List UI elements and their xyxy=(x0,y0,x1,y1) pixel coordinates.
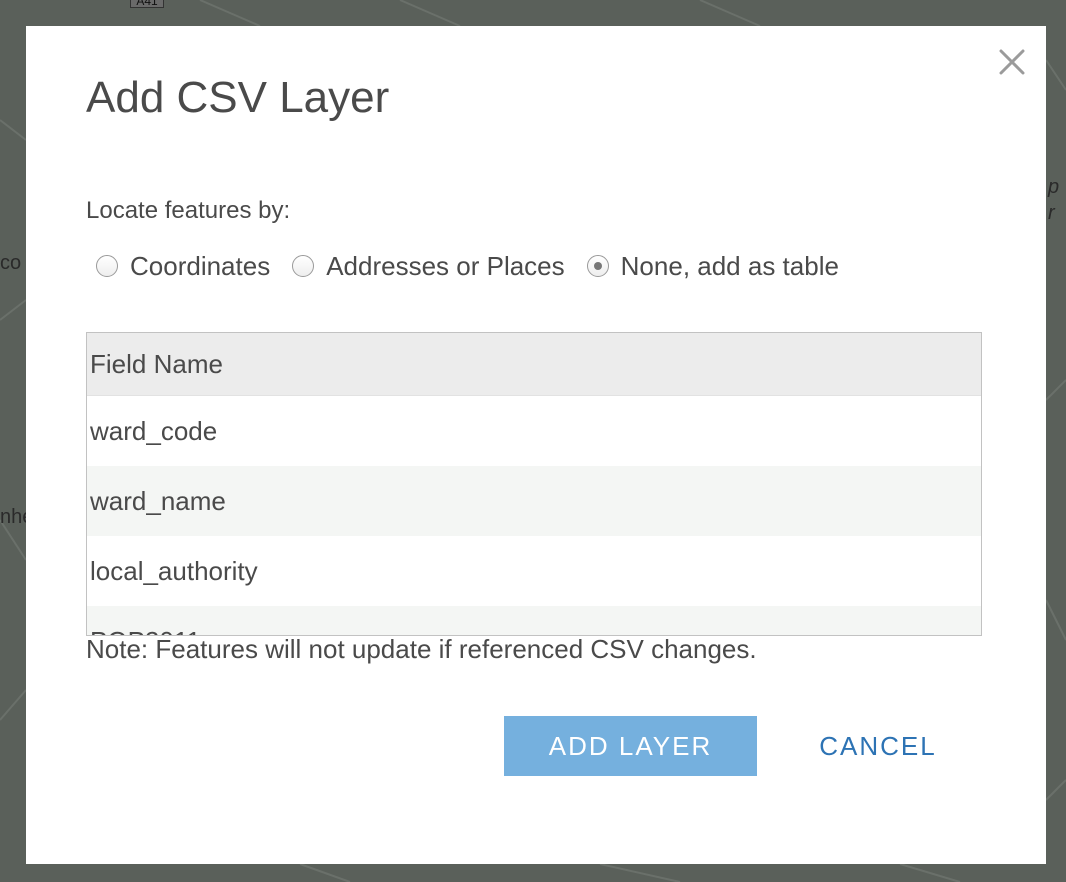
add-csv-layer-dialog: Add CSV Layer Locate features by: Coordi… xyxy=(26,26,1046,864)
dialog-title: Add CSV Layer xyxy=(86,73,390,122)
close-icon xyxy=(999,49,1025,75)
locate-options: Coordinates Addresses or Places None, ad… xyxy=(96,248,861,284)
radio-label: Addresses or Places xyxy=(326,250,565,281)
add-layer-button[interactable]: ADD LAYER xyxy=(504,716,757,776)
table-row: local_authority xyxy=(90,556,258,586)
map-label: r xyxy=(1048,202,1055,224)
radio-addresses-or-places[interactable]: Addresses or Places xyxy=(292,250,565,282)
field-name-table[interactable]: Field Name ward_code ward_name local_aut… xyxy=(86,332,982,636)
locate-features-label: Locate features by: xyxy=(86,197,291,224)
map-label: co xyxy=(0,252,22,274)
radio-coordinates[interactable]: Coordinates xyxy=(96,251,270,282)
road-shield: A41 xyxy=(130,0,164,8)
radio-none-add-as-table[interactable]: None, add as table xyxy=(586,250,839,282)
map-label: p xyxy=(1048,176,1060,198)
radio-label: Coordinates xyxy=(130,250,271,281)
close-button[interactable] xyxy=(996,46,1028,78)
note-text: Note: Features will not update if refere… xyxy=(86,634,757,664)
table-row: ward_name xyxy=(87,466,981,536)
table-header: Field Name xyxy=(87,333,981,396)
radio-button-selected[interactable] xyxy=(586,255,609,277)
radio-button[interactable] xyxy=(292,255,315,277)
radio-button[interactable] xyxy=(96,255,118,277)
table-row: ward_code xyxy=(90,416,218,446)
cancel-button[interactable]: CANCEL xyxy=(798,716,958,776)
radio-label: None, add as table xyxy=(620,250,839,281)
